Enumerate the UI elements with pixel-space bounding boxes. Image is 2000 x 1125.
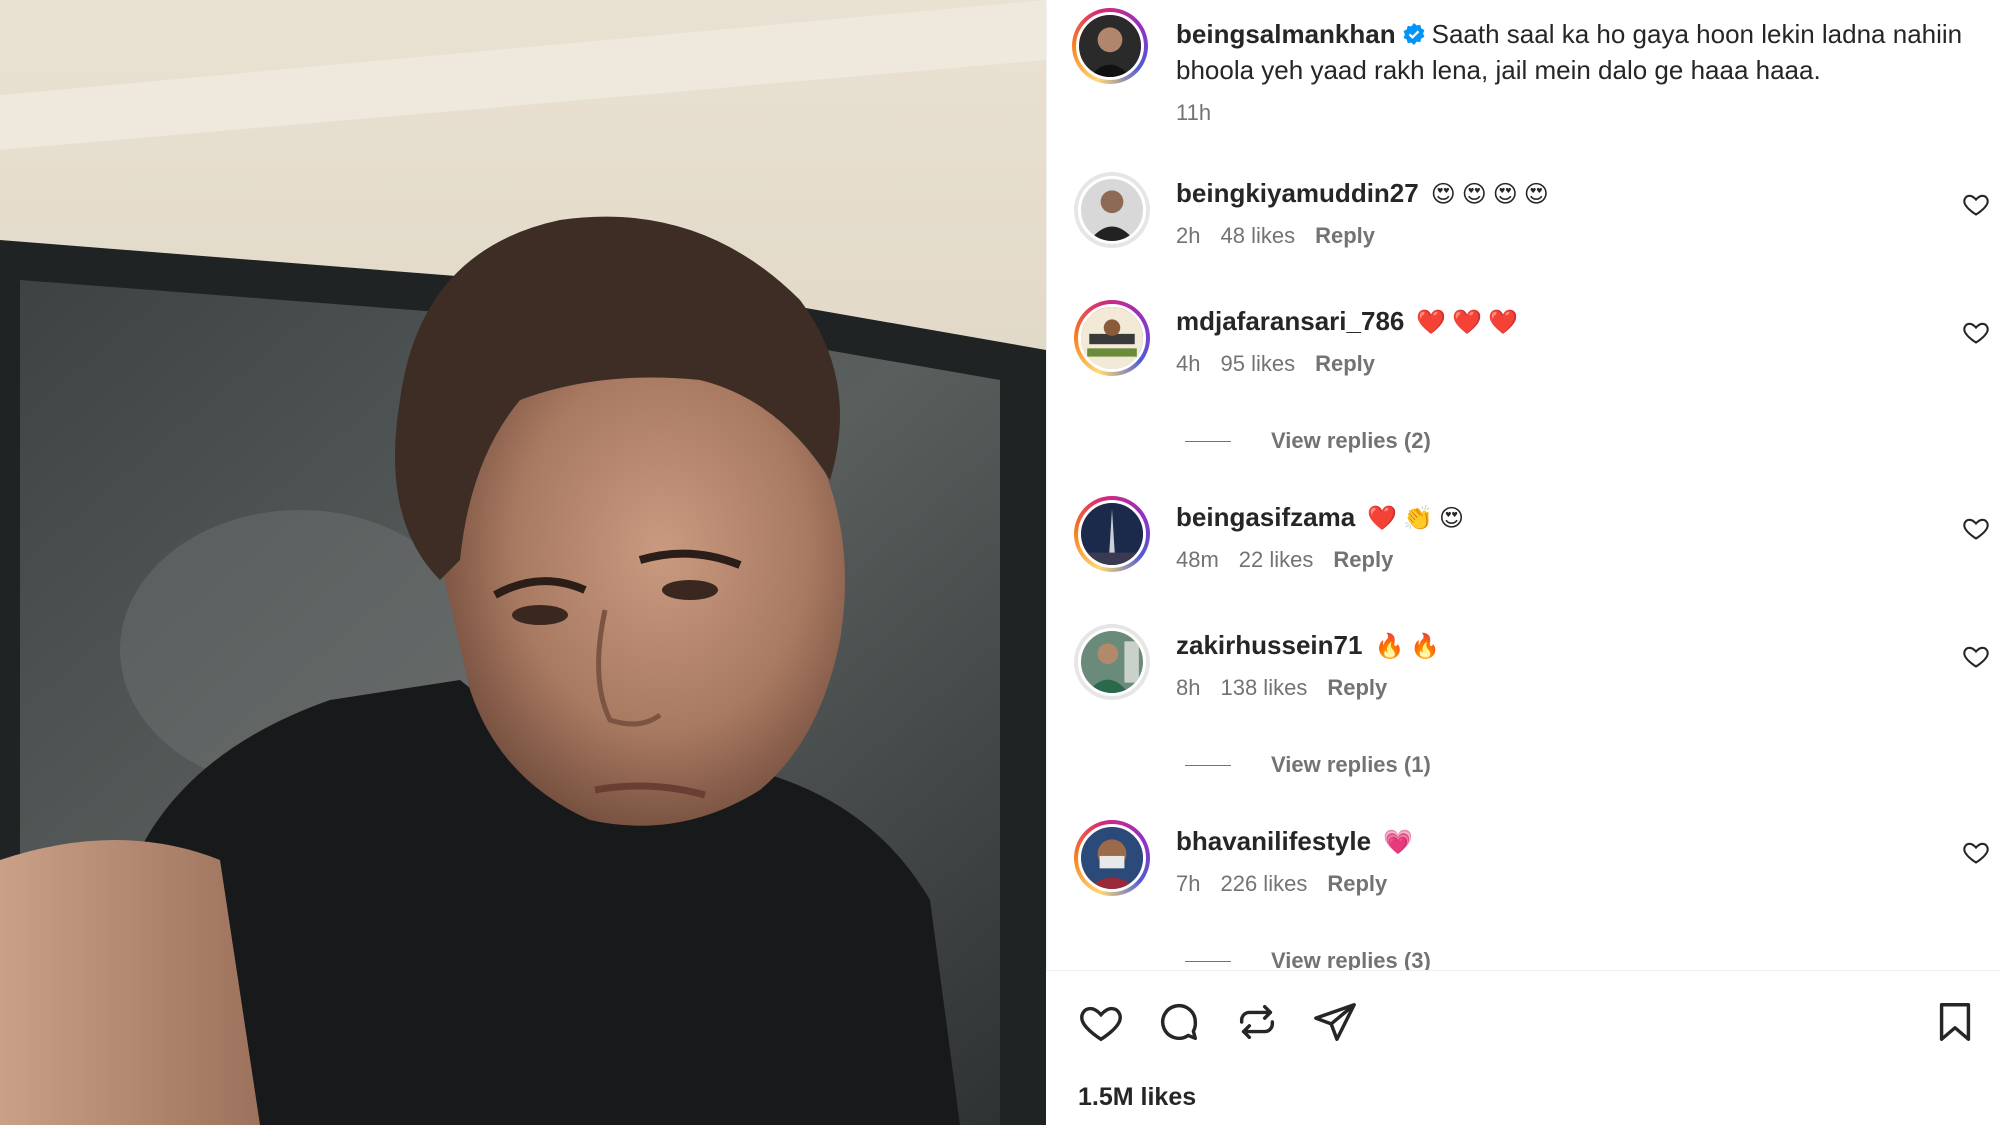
reply-button[interactable]: Reply [1315, 351, 1375, 376]
like-comment-heart-icon[interactable] [1962, 318, 1990, 346]
comment-likes[interactable]: 48 likes [1220, 223, 1295, 248]
replies-divider [1185, 960, 1231, 962]
comment-time: 2h [1176, 223, 1201, 248]
comment-likes[interactable]: 22 likes [1239, 547, 1314, 572]
share-icon[interactable] [1312, 999, 1358, 1045]
comment-text: 😍😍😍😍 [1430, 180, 1555, 208]
commenter-username[interactable]: beingkiyamuddin27 [1176, 178, 1419, 208]
post-photo[interactable] [0, 0, 1046, 1125]
comment-time: 48m [1176, 547, 1219, 572]
comment-likes[interactable]: 138 likes [1220, 675, 1307, 700]
comment-item: beingkiyamuddin27 😍😍😍😍 2h 48 likes Reply [1046, 172, 2000, 292]
like-comment-heart-icon[interactable] [1962, 838, 1990, 866]
comment-item: mdjafaransari_786 ❤️❤️❤️ 4h 95 likes Reply [1046, 300, 2000, 420]
commenter-avatar[interactable] [1074, 820, 1150, 896]
commenter-avatar[interactable] [1074, 624, 1150, 700]
post-timestamp: 11h [1176, 100, 1212, 125]
author-avatar[interactable] [1072, 8, 1148, 84]
comment-likes[interactable]: 95 likes [1220, 351, 1295, 376]
like-comment-heart-icon[interactable] [1962, 642, 1990, 670]
comment-item: beingasifzama ❤️👏😍 48m 22 likes Reply [1046, 496, 2000, 616]
post-action-bar: 1.5M likes [1046, 970, 2000, 1125]
reply-button[interactable]: Reply [1333, 547, 1393, 572]
comment-time: 8h [1176, 675, 1201, 700]
verified-badge-icon [1403, 23, 1425, 45]
replies-divider [1185, 764, 1231, 766]
comment-text: 💗 [1383, 828, 1419, 856]
comment-item: bhavanilifestyle 💗 7h 226 likes Reply [1046, 820, 2000, 940]
heart-icon[interactable] [1078, 999, 1124, 1045]
comment-likes[interactable]: 226 likes [1220, 871, 1307, 896]
comment-text: ❤️❤️❤️ [1416, 308, 1525, 336]
commenter-username[interactable]: zakirhussein71 [1176, 630, 1362, 660]
view-replies-label: View replies (2) [1271, 428, 1431, 453]
author-username[interactable]: beingsalmankhan [1176, 19, 1396, 49]
reply-button[interactable]: Reply [1315, 223, 1375, 248]
commenter-avatar[interactable] [1074, 496, 1150, 572]
comment-icon[interactable] [1156, 999, 1202, 1045]
post-image [0, 0, 1046, 1125]
comment-item: zakirhussein71 🔥🔥 8h 138 likes Reply [1046, 624, 2000, 744]
comment-text: ❤️👏😍 [1367, 504, 1470, 532]
like-comment-heart-icon[interactable] [1962, 514, 1990, 542]
commenter-avatar[interactable] [1074, 300, 1150, 376]
view-replies-label: View replies (1) [1271, 752, 1431, 777]
bookmark-icon[interactable] [1932, 999, 1978, 1045]
comment-text: 🔥🔥 [1374, 632, 1447, 660]
commenter-username[interactable]: bhavanilifestyle [1176, 826, 1371, 856]
view-replies-button[interactable]: View replies (2) [1185, 428, 1431, 454]
repost-icon[interactable] [1234, 999, 1280, 1045]
view-replies-button[interactable]: View replies (1) [1185, 752, 1431, 778]
comment-time: 4h [1176, 351, 1201, 376]
commenter-username[interactable]: beingasifzama [1176, 502, 1355, 532]
like-comment-heart-icon[interactable] [1962, 190, 1990, 218]
commenter-avatar[interactable] [1074, 172, 1150, 248]
post-caption: beingsalmankhan Saath saal ka ho gaya hoo… [1176, 16, 1986, 88]
reply-button[interactable]: Reply [1327, 675, 1387, 700]
comment-time: 7h [1176, 871, 1201, 896]
reply-button[interactable]: Reply [1327, 871, 1387, 896]
commenter-username[interactable]: mdjafaransari_786 [1176, 306, 1404, 336]
replies-divider [1185, 440, 1231, 442]
post-likes-count[interactable]: 1.5M likes [1078, 1083, 1196, 1112]
